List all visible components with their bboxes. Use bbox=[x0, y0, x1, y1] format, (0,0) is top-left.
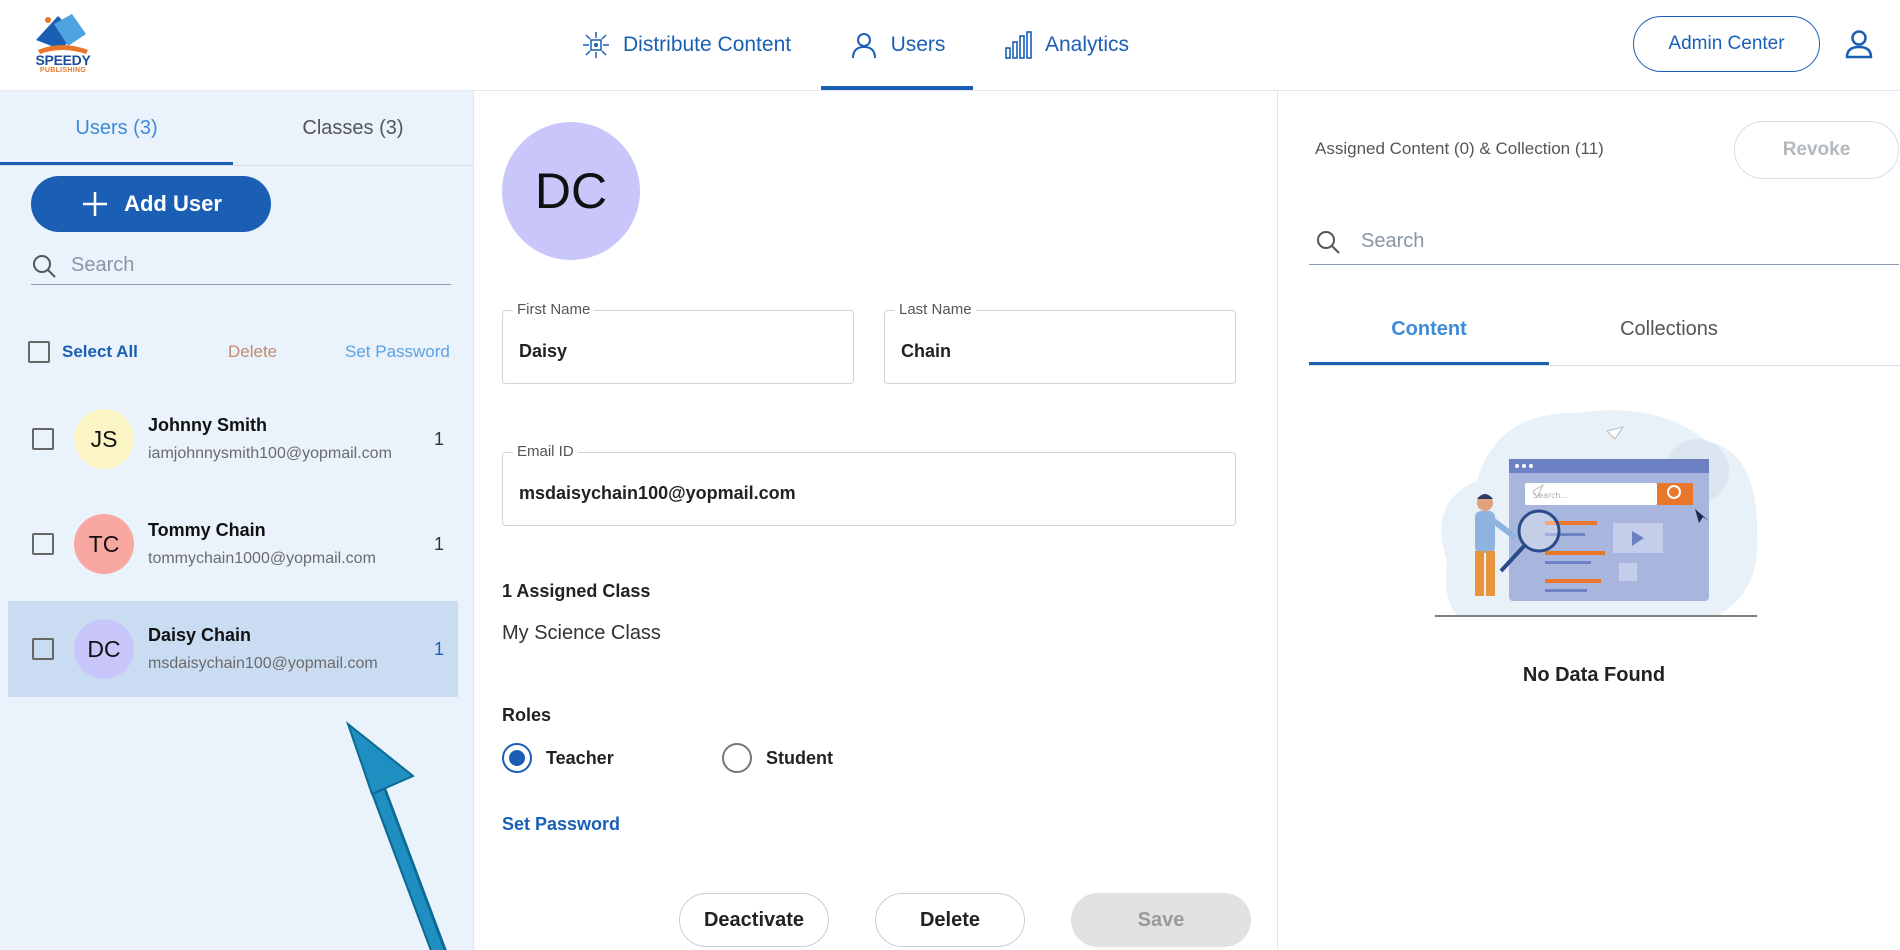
book-logo-icon bbox=[36, 14, 88, 54]
user-email: iamjohnnysmith100@yopmail.com bbox=[148, 445, 392, 462]
user-row-daisy-chain[interactable]: DC Daisy Chain msdaisychain100@yopmail.c… bbox=[8, 601, 458, 697]
set-password-link[interactable]: Set Password bbox=[502, 814, 620, 835]
tabs-divider bbox=[0, 165, 474, 166]
content-search bbox=[1309, 219, 1899, 265]
email-field[interactable]: Email ID bbox=[502, 443, 1236, 526]
tab-content[interactable]: Content bbox=[1309, 293, 1549, 365]
add-user-button[interactable]: Add User bbox=[31, 176, 271, 232]
nav-tab-analytics[interactable]: Analytics bbox=[1003, 0, 1129, 90]
search-input[interactable] bbox=[71, 254, 431, 277]
nav-tab-label: Distribute Content bbox=[623, 33, 792, 56]
tab-users[interactable]: Users (3) bbox=[0, 91, 233, 165]
revoke-button[interactable]: Revoke bbox=[1734, 121, 1899, 179]
last-name-field[interactable]: Last Name bbox=[884, 301, 1236, 384]
nav-tab-users[interactable]: Users bbox=[821, 0, 973, 90]
search-icon bbox=[33, 254, 56, 278]
user-checkbox[interactable] bbox=[32, 428, 54, 450]
checkbox[interactable] bbox=[28, 341, 50, 363]
user-email: msdaisychain100@yopmail.com bbox=[148, 655, 378, 672]
user-checkbox[interactable] bbox=[32, 638, 54, 660]
first-name-input[interactable] bbox=[519, 341, 834, 362]
avatar: JS bbox=[74, 409, 134, 469]
top-navigation-bar: SPEEDY PUBLISHING Distribute Content Use… bbox=[0, 0, 1900, 91]
last-name-input[interactable] bbox=[901, 341, 1216, 362]
profile-icon[interactable] bbox=[1843, 28, 1875, 60]
role-label: Student bbox=[766, 747, 833, 768]
assigned-content-panel: Assigned Content (0) & Collection (11) R… bbox=[1279, 91, 1900, 950]
no-data-message: No Data Found bbox=[1522, 664, 1666, 686]
role-student-radio[interactable]: Student bbox=[722, 743, 833, 773]
last-name-label: Last Name bbox=[895, 301, 976, 318]
admin-center-button[interactable]: Admin Center bbox=[1633, 16, 1820, 72]
user-search bbox=[31, 247, 451, 285]
user-detail-panel: DC First Name Last Name Email ID 1 Assig… bbox=[475, 91, 1278, 950]
empty-state-illustration-icon: Search... bbox=[1435, 410, 1758, 617]
nav-tab-distribute-content[interactable]: Distribute Content bbox=[581, 0, 791, 90]
tabs-divider bbox=[1309, 365, 1900, 366]
user-name: Tommy Chain bbox=[148, 520, 266, 540]
user-name: Johnny Smith bbox=[148, 415, 268, 435]
select-all-checkbox[interactable]: Select All bbox=[28, 341, 138, 363]
bulk-delete-link[interactable]: Delete bbox=[228, 342, 277, 362]
bulk-set-password-link[interactable]: Set Password bbox=[345, 342, 450, 362]
user-icon bbox=[851, 33, 876, 59]
role-teacher-radio[interactable]: Teacher bbox=[502, 743, 614, 773]
avatar: TC bbox=[74, 514, 134, 574]
bulk-actions-row: Select All Delete Set Password bbox=[28, 337, 458, 367]
user-class-count: 1 bbox=[433, 533, 444, 554]
add-user-label: Add User bbox=[124, 191, 222, 216]
analytics-icon bbox=[1005, 31, 1032, 59]
logo-subtext: PUBLISHING bbox=[39, 67, 87, 74]
user-class-count: 1 bbox=[433, 638, 444, 659]
user-row-tommy-chain[interactable]: TC Tommy Chain tommychain1000@yopmail.co… bbox=[8, 496, 458, 592]
role-label: Teacher bbox=[546, 747, 614, 768]
email-label: Email ID bbox=[513, 443, 578, 460]
search-icon bbox=[1317, 230, 1340, 254]
user-email: tommychain1000@yopmail.com bbox=[148, 550, 376, 567]
email-input[interactable] bbox=[519, 483, 1178, 504]
radio-selected[interactable] bbox=[502, 743, 532, 773]
save-button[interactable]: Save bbox=[1071, 893, 1251, 947]
assigned-class-title: 1 Assigned Class bbox=[502, 581, 651, 601]
user-class-count: 1 bbox=[433, 428, 444, 449]
tab-collections[interactable]: Collections bbox=[1549, 293, 1789, 365]
deactivate-button[interactable]: Deactivate bbox=[679, 893, 829, 947]
user-checkbox[interactable] bbox=[32, 533, 54, 555]
user-row-johnny-smith[interactable]: JS Johnny Smith iamjohnnysmith100@yopmai… bbox=[8, 391, 458, 487]
plus-icon bbox=[83, 192, 108, 216]
speedy-publishing-logo[interactable]: SPEEDY PUBLISHING bbox=[28, 10, 98, 78]
content-search-input[interactable] bbox=[1361, 230, 1861, 253]
first-name-label: First Name bbox=[513, 301, 595, 318]
first-name-field[interactable]: First Name bbox=[502, 301, 854, 384]
select-all-label: Select All bbox=[62, 342, 138, 361]
assigned-content-title: Assigned Content (0) & Collection (11) bbox=[1315, 139, 1604, 158]
user-name: Daisy Chain bbox=[148, 625, 252, 645]
delete-user-button[interactable]: Delete bbox=[875, 893, 1025, 947]
user-avatar-large: DC bbox=[502, 122, 640, 260]
annotation-arrow-icon bbox=[345, 721, 447, 950]
avatar: DC bbox=[74, 619, 134, 679]
radio-unselected[interactable] bbox=[722, 743, 752, 773]
nav-tab-label: Analytics bbox=[1045, 33, 1130, 56]
nav-tab-label: Users bbox=[890, 33, 946, 56]
assigned-class-name: My Science Class bbox=[502, 622, 661, 644]
distribute-icon bbox=[583, 32, 609, 58]
logo-text: SPEEDY bbox=[35, 52, 91, 68]
user-list-panel: Users (3) Classes (3) Add User Select Al… bbox=[0, 91, 474, 950]
tab-classes[interactable]: Classes (3) bbox=[233, 91, 473, 165]
roles-title: Roles bbox=[502, 705, 552, 725]
